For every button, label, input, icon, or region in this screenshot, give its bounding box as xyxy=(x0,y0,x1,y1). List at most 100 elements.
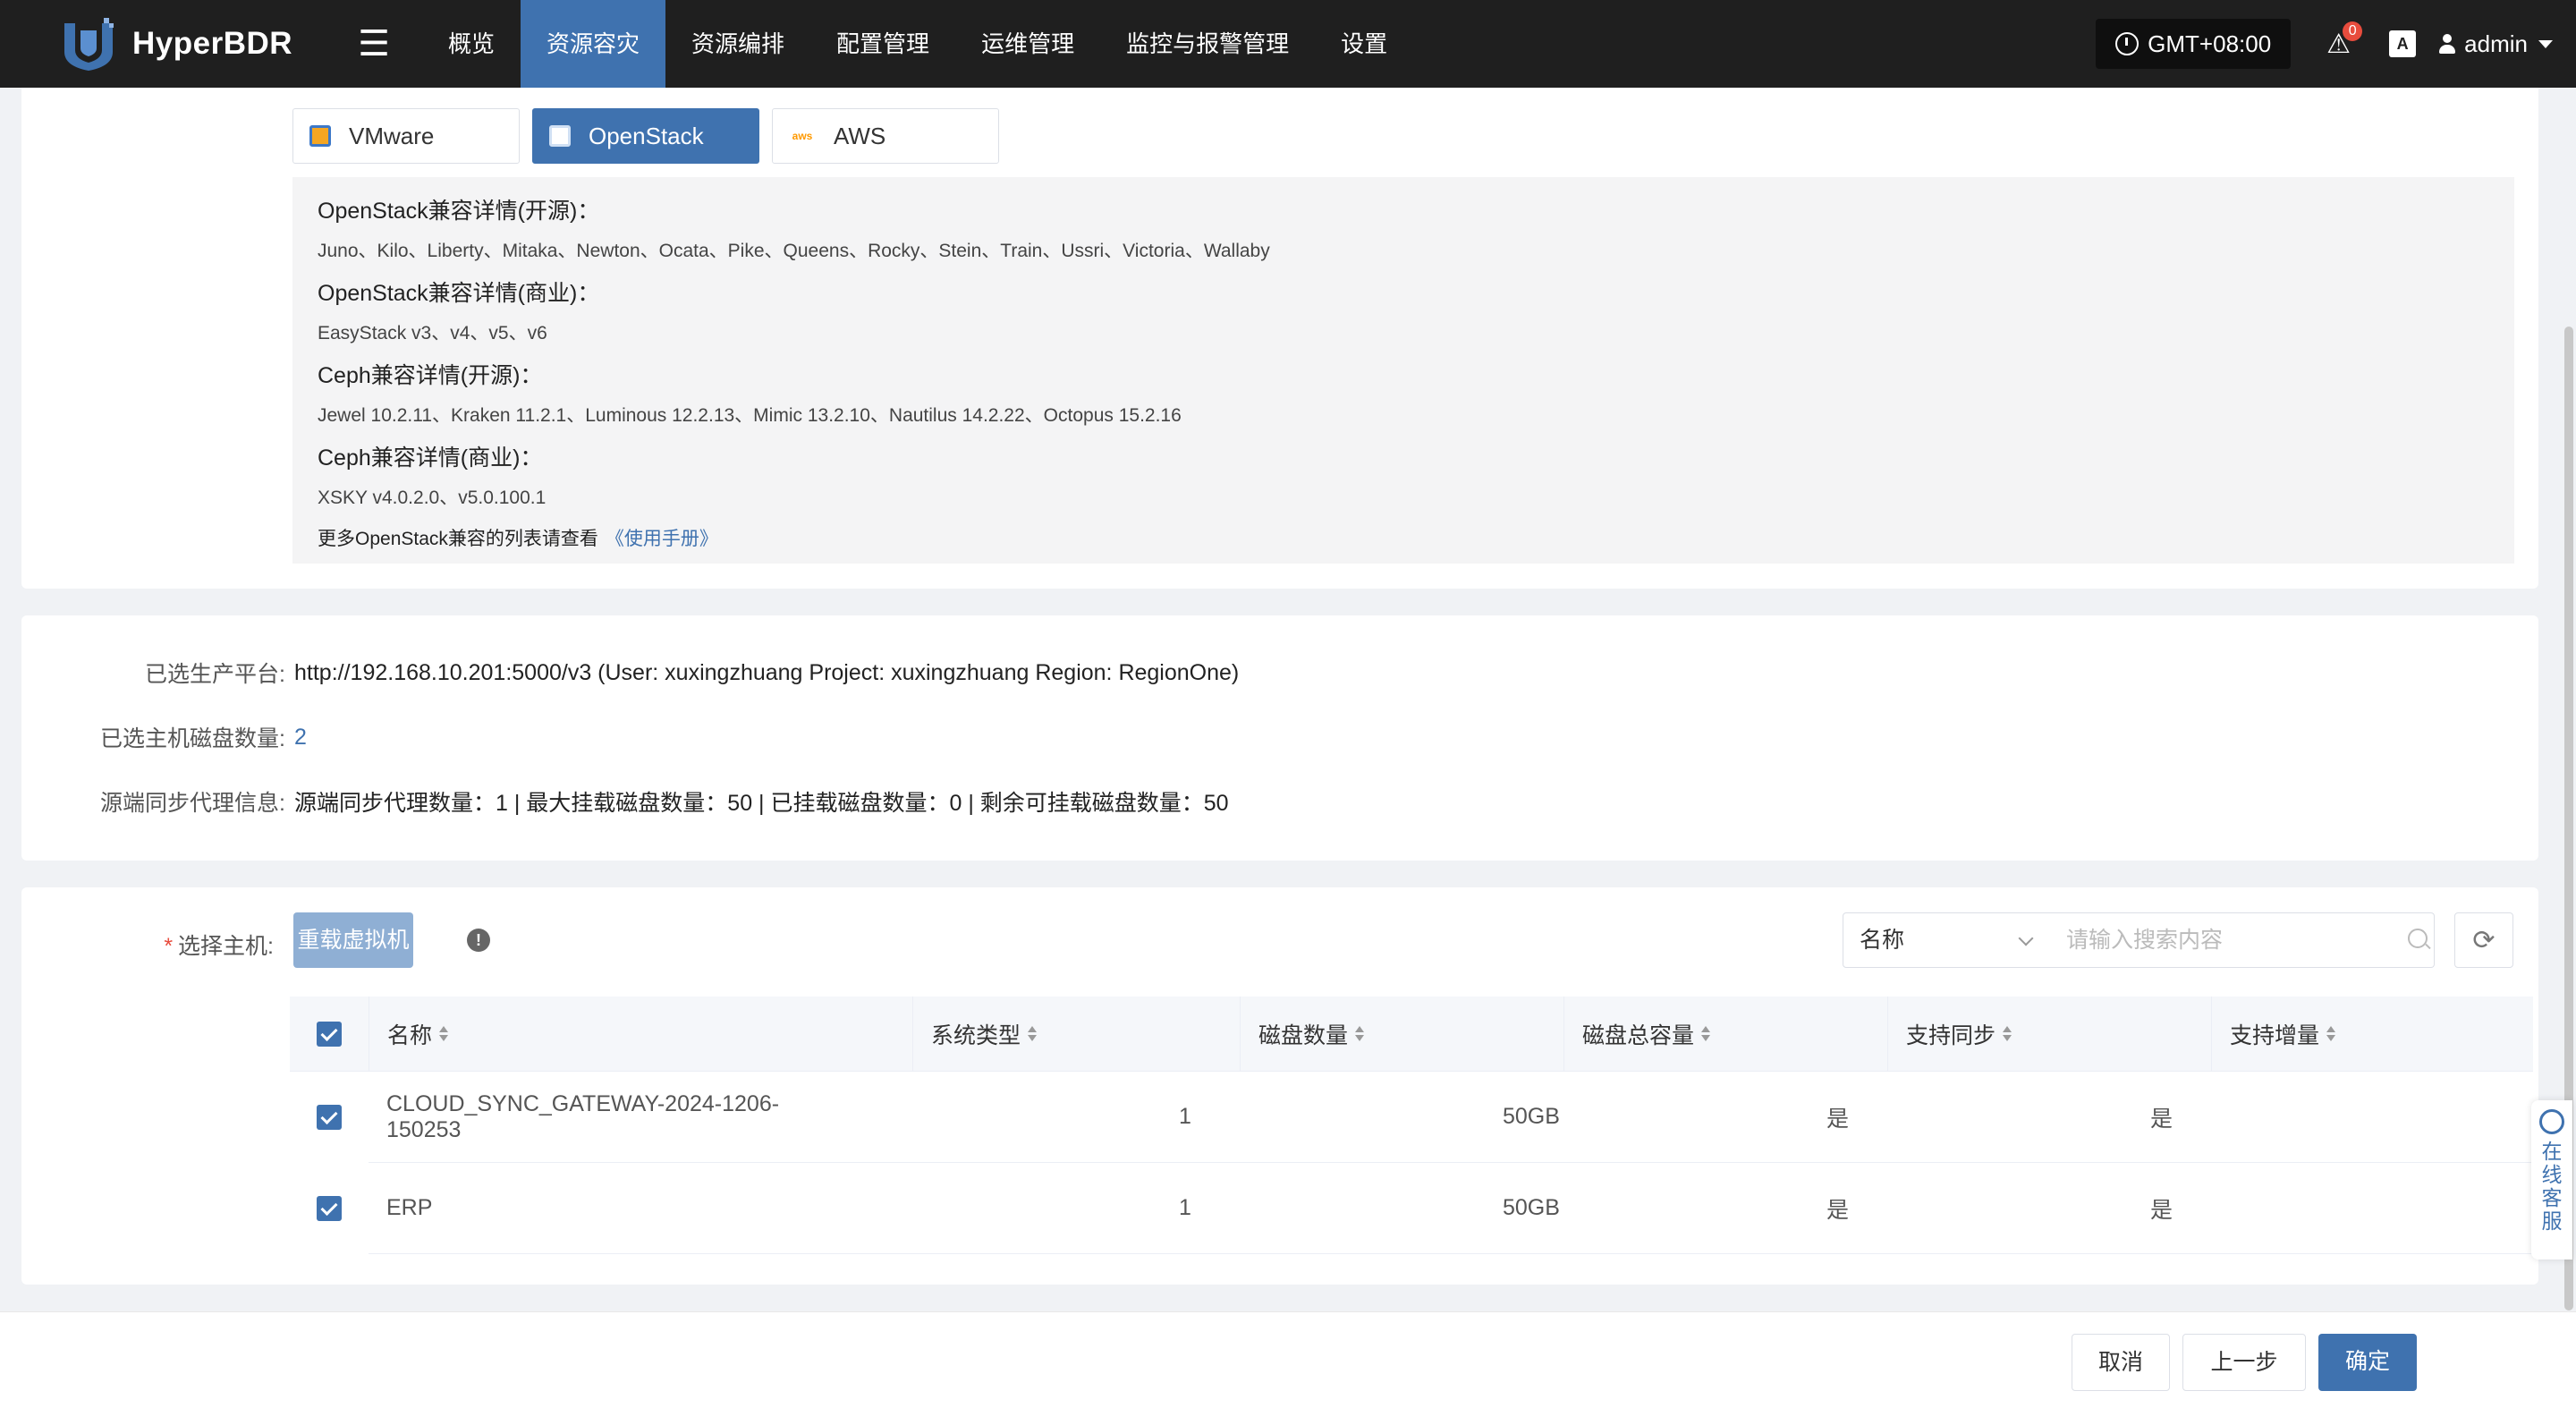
column-header-os[interactable]: 系统类型 xyxy=(912,996,1240,1072)
platform-tab-vmware[interactable]: VMware xyxy=(292,108,520,164)
column-header-incremental[interactable]: 支持增量 xyxy=(2211,996,2533,1072)
select-all-cell xyxy=(290,1021,369,1047)
cell-incremental: 是 xyxy=(2150,1106,2174,1132)
selected-platform-label: 已选生产平台: xyxy=(145,662,285,687)
selected-platform-value: http://192.168.10.201:5000/v3 (User: xux… xyxy=(294,659,1240,685)
platform-tab-label: OpenStack xyxy=(589,122,704,149)
refresh-button[interactable]: ⟳ xyxy=(2454,912,2513,968)
confirm-button[interactable]: 确定 xyxy=(2318,1334,2417,1391)
platform-card: VMware OpenStack aws AWS OpenStack兼容详情(开… xyxy=(21,88,2538,589)
row-checkbox[interactable] xyxy=(317,1104,342,1130)
language-icon[interactable]: A xyxy=(2389,30,2417,57)
table-row[interactable]: CLOUD_SYNC_GATEWAY-2024-1206-150253 1 50… xyxy=(317,1072,2533,1163)
column-header-sync[interactable]: 支持同步 xyxy=(1887,996,2211,1072)
cell-capacity: 50GB xyxy=(1503,1195,1560,1220)
selection-info-card: 已选生产平台: http://192.168.10.201:5000/v3 (U… xyxy=(21,615,2538,861)
column-header-label: 磁盘数量 xyxy=(1258,1022,1349,1048)
search-input[interactable] xyxy=(2050,912,2435,968)
row-check-cell xyxy=(290,1104,369,1130)
column-header-label: 名称 xyxy=(387,1022,433,1048)
sort-icon xyxy=(439,1025,449,1042)
row-checkbox[interactable] xyxy=(317,1195,342,1221)
platform-tab-label: AWS xyxy=(834,122,886,149)
sync-agent-row: 源端同步代理信息: 源端同步代理数量：1 | 最大挂载磁盘数量：50 | 已挂载… xyxy=(21,784,1229,819)
nav-item-orchestration[interactable]: 资源编排 xyxy=(665,0,810,88)
host-select-card: *选择主机: 重载虚拟机 ! 名称 ⟳ 名称 系统类型 磁盘数量 磁盘总容量 支… xyxy=(21,887,2538,1285)
cell-name: CLOUD_SYNC_GATEWAY-2024-1206-150253 xyxy=(386,1090,780,1142)
column-header-label: 支持同步 xyxy=(1906,1022,1996,1048)
compat-title: OpenStack兼容详情(商业)： xyxy=(318,281,600,306)
selected-disk-count-label: 已选主机磁盘数量: xyxy=(100,726,285,751)
alert-button[interactable]: ⚠ 0 xyxy=(2326,21,2363,59)
cell-capacity: 50GB xyxy=(1503,1104,1560,1129)
nav-item-ops[interactable]: 运维管理 xyxy=(955,0,1100,88)
column-header-label: 支持增量 xyxy=(2230,1022,2320,1048)
alert-count-badge: 0 xyxy=(2343,21,2363,41)
nav-item-resource-dr[interactable]: 资源容灾 xyxy=(521,0,666,88)
nav-item-settings[interactable]: 设置 xyxy=(1315,0,1413,88)
main-nav: 概览 资源容灾 资源编排 配置管理 运维管理 监控与报警管理 设置 xyxy=(422,0,1413,88)
username: admin xyxy=(2464,30,2528,57)
table-header: 名称 系统类型 磁盘数量 磁盘总容量 支持同步 支持增量 xyxy=(290,996,2533,1072)
sync-agent-label: 源端同步代理信息: xyxy=(100,791,285,816)
platform-tab-openstack[interactable]: OpenStack xyxy=(532,108,759,164)
menu-toggle-icon[interactable]: ☰ xyxy=(347,23,401,64)
hyperbdr-logo-icon xyxy=(64,18,114,71)
platform-tab-aws[interactable]: aws AWS xyxy=(772,108,999,164)
cell-disks: 1 xyxy=(1179,1195,1191,1220)
sort-icon xyxy=(1028,1025,1038,1042)
compatibility-info: OpenStack兼容详情(开源)： Juno、Kilo、Liberty、Mit… xyxy=(292,177,2514,564)
chevron-down-icon xyxy=(2018,930,2034,946)
selected-disk-count-value[interactable]: 2 xyxy=(294,725,307,751)
nav-item-overview[interactable]: 概览 xyxy=(422,0,521,88)
column-header-name[interactable]: 名称 xyxy=(369,996,912,1072)
nav-item-monitoring[interactable]: 监控与报警管理 xyxy=(1100,0,1315,88)
previous-step-button[interactable]: 上一步 xyxy=(2182,1334,2306,1391)
row-check-cell xyxy=(290,1195,369,1221)
timezone-label: GMT+08:00 xyxy=(2148,30,2272,57)
compat-text: XSKY v4.0.2.0、v5.0.100.1 xyxy=(318,488,547,508)
info-icon[interactable]: ! xyxy=(467,929,490,952)
selected-platform-row: 已选生产平台: http://192.168.10.201:5000/v3 (U… xyxy=(21,655,1239,691)
column-header-capacity[interactable]: 磁盘总容量 xyxy=(1563,996,1887,1072)
top-navbar: HyperBDR ☰ 概览 资源容灾 资源编排 配置管理 运维管理 监控与报警管… xyxy=(0,0,2576,88)
reload-vm-button[interactable]: 重载虚拟机 xyxy=(293,912,413,968)
wizard-footer: 取消 上一步 确定 xyxy=(0,1311,2576,1408)
cancel-button[interactable]: 取消 xyxy=(2072,1334,2170,1391)
host-table: 名称 系统类型 磁盘数量 磁盘总容量 支持同步 支持增量 CLOUD_SYNC_… xyxy=(290,996,2533,1254)
platform-tabs: VMware OpenStack aws AWS xyxy=(292,108,1012,164)
compat-title: Ceph兼容详情(商业)： xyxy=(318,445,543,471)
timezone-display[interactable]: GMT+08:00 xyxy=(2096,19,2292,69)
aws-icon: aws xyxy=(792,130,813,142)
app-name: HyperBDR xyxy=(132,26,293,61)
sync-agent-value: 源端同步代理数量：1 | 最大挂载磁盘数量：50 | 已挂载磁盘数量：0 | 剩… xyxy=(294,791,1229,816)
online-service-label: 在线客服 xyxy=(2541,1140,2563,1233)
compat-footer-text: 更多OpenStack兼容的列表请查看 xyxy=(318,529,598,549)
sort-icon xyxy=(2326,1025,2336,1042)
search-icon[interactable] xyxy=(2408,929,2428,948)
online-service-button[interactable]: 在线客服 xyxy=(2531,1100,2572,1260)
search-field-select[interactable]: 名称 xyxy=(1843,912,2052,968)
search-field-value: 名称 xyxy=(1860,928,1905,953)
platform-tab-label: VMware xyxy=(349,122,435,149)
select-all-checkbox[interactable] xyxy=(317,1021,342,1047)
compat-title: OpenStack兼容详情(开源)： xyxy=(318,199,600,224)
vmware-icon xyxy=(309,125,331,147)
user-menu[interactable]: admin xyxy=(2439,30,2553,58)
compat-text: Jewel 10.2.11、Kraken 11.2.1、Luminous 12.… xyxy=(318,405,1182,426)
compat-footer: 更多OpenStack兼容的列表请查看 《使用手册》 xyxy=(318,521,2489,558)
compat-text: Juno、Kilo、Liberty、Mitaka、Newton、Ocata、Pi… xyxy=(318,241,1270,261)
select-host-label-text: 选择主机: xyxy=(178,934,274,959)
cell-incremental: 是 xyxy=(2150,1197,2174,1223)
column-header-label: 磁盘总容量 xyxy=(1582,1022,1695,1048)
table-row[interactable]: ERP 1 50GB 是 是 xyxy=(317,1163,2533,1254)
openstack-icon xyxy=(549,125,571,147)
headset-icon xyxy=(2539,1109,2564,1134)
nav-item-config[interactable]: 配置管理 xyxy=(810,0,955,88)
selected-disk-count-row: 已选主机磁盘数量: 2 xyxy=(21,719,307,755)
column-header-disks[interactable]: 磁盘数量 xyxy=(1240,996,1563,1072)
app-logo[interactable]: HyperBDR xyxy=(59,16,327,72)
refresh-icon: ⟳ xyxy=(2472,925,2496,955)
sort-icon xyxy=(2003,1025,2012,1042)
user-manual-link[interactable]: 《使用手册》 xyxy=(606,529,718,549)
